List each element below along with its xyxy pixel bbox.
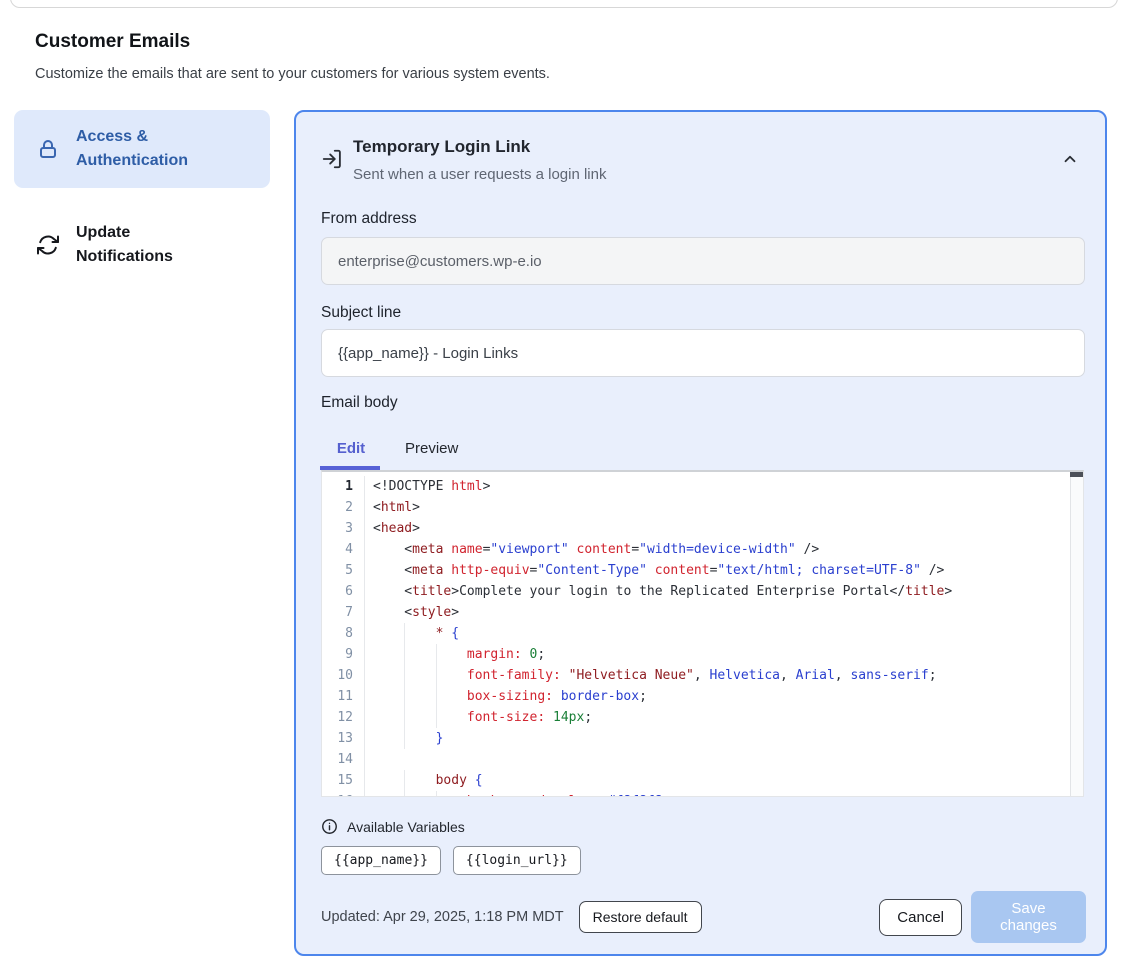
code-editor[interactable]: 1<!DOCTYPE html>2<html>3<head>4<meta nam…	[321, 470, 1084, 797]
previous-section-card	[10, 0, 1118, 8]
code-line: 5<meta http-equiv="Content-Type" content…	[322, 560, 1083, 581]
line-number: 15	[322, 770, 353, 791]
line-number: 4	[322, 539, 353, 560]
line-number: 16	[322, 791, 353, 797]
refresh-icon	[36, 233, 60, 257]
temporary-login-link-panel: Temporary Login Link Sent when a user re…	[294, 110, 1107, 956]
line-number: 6	[322, 581, 353, 602]
variable-chip-app-name[interactable]: {{app_name}}	[321, 846, 441, 875]
email-body-label: Email body	[321, 394, 398, 412]
code-line: 1<!DOCTYPE html>	[322, 476, 1083, 497]
available-variables-label: Available Variables	[347, 819, 465, 835]
lock-icon	[36, 137, 60, 161]
code-line: 8* {	[322, 623, 1083, 644]
sidebar-item-label: Access & Authentication	[76, 125, 226, 173]
line-number: 12	[322, 707, 353, 728]
tab-preview[interactable]: Preview	[381, 434, 482, 463]
line-number: 7	[322, 602, 353, 623]
sidebar-item-access-authentication[interactable]: Access & Authentication	[14, 110, 270, 188]
code-area: 1<!DOCTYPE html>2<html>3<head>4<meta nam…	[322, 476, 1083, 797]
panel-footer: Updated: Apr 29, 2025, 1:18 PM MDT Resto…	[321, 898, 1086, 936]
code-line: 2<html>	[322, 497, 1083, 518]
subject-line-input[interactable]	[321, 329, 1085, 377]
login-icon	[321, 148, 343, 170]
line-number: 14	[322, 749, 353, 770]
code-line: 3<head>	[322, 518, 1083, 539]
line-number: 1	[322, 476, 353, 497]
save-changes-button[interactable]: Save changes	[971, 891, 1086, 943]
page-subtitle: Customize the emails that are sent to yo…	[35, 66, 550, 82]
code-line: 15body {	[322, 770, 1083, 791]
subject-line-label: Subject line	[321, 304, 401, 322]
code-line: 7<style>	[322, 602, 1083, 623]
line-number: 11	[322, 686, 353, 707]
code-line: 16background-color: #f8f8f8;	[322, 791, 1083, 797]
chevron-up-icon[interactable]	[1061, 150, 1079, 168]
panel-title: Temporary Login Link	[353, 137, 530, 157]
editor-scrollbar-thumb[interactable]	[1070, 472, 1083, 477]
from-address-input	[321, 237, 1085, 285]
restore-default-button[interactable]: Restore default	[579, 901, 702, 933]
line-number: 10	[322, 665, 353, 686]
code-line: 12font-size: 14px;	[322, 707, 1083, 728]
tab-edit[interactable]: Edit	[321, 434, 381, 463]
code-line: 11box-sizing: border-box;	[322, 686, 1083, 707]
cancel-button[interactable]: Cancel	[879, 899, 962, 936]
code-line: 10font-family: "Helvetica Neue", Helveti…	[322, 665, 1083, 686]
line-number: 2	[322, 497, 353, 518]
info-icon	[321, 818, 338, 835]
sidebar-item-label: Update Notifications	[76, 221, 226, 269]
sidebar-item-update-notifications[interactable]: Update Notifications	[14, 209, 270, 281]
updated-timestamp: Updated: Apr 29, 2025, 1:18 PM MDT	[321, 909, 564, 925]
line-number: 13	[322, 728, 353, 749]
email-body-tabs: EditPreview	[321, 434, 482, 463]
code-line: 6<title>Complete your login to the Repli…	[322, 581, 1083, 602]
line-number: 8	[322, 623, 353, 644]
active-tab-indicator	[320, 466, 380, 470]
code-line: 4<meta name="viewport" content="width=de…	[322, 539, 1083, 560]
variable-chip-login-url[interactable]: {{login_url}}	[453, 846, 581, 875]
from-address-label: From address	[321, 210, 417, 228]
code-line: 9margin: 0;	[322, 644, 1083, 665]
line-number: 5	[322, 560, 353, 581]
email-types-sidebar: Access & Authentication Update Notificati…	[14, 110, 270, 281]
line-number: 9	[322, 644, 353, 665]
editor-scrollbar[interactable]	[1070, 472, 1083, 796]
line-number: 3	[322, 518, 353, 539]
available-variables-row: Available Variables	[321, 818, 465, 835]
variable-chips: {{app_name}} {{login_url}}	[321, 846, 581, 875]
code-line: 13}	[322, 728, 1083, 749]
panel-subtitle: Sent when a user requests a login link	[353, 166, 606, 183]
code-line: 14	[322, 749, 1083, 770]
page-title: Customer Emails	[35, 31, 190, 53]
